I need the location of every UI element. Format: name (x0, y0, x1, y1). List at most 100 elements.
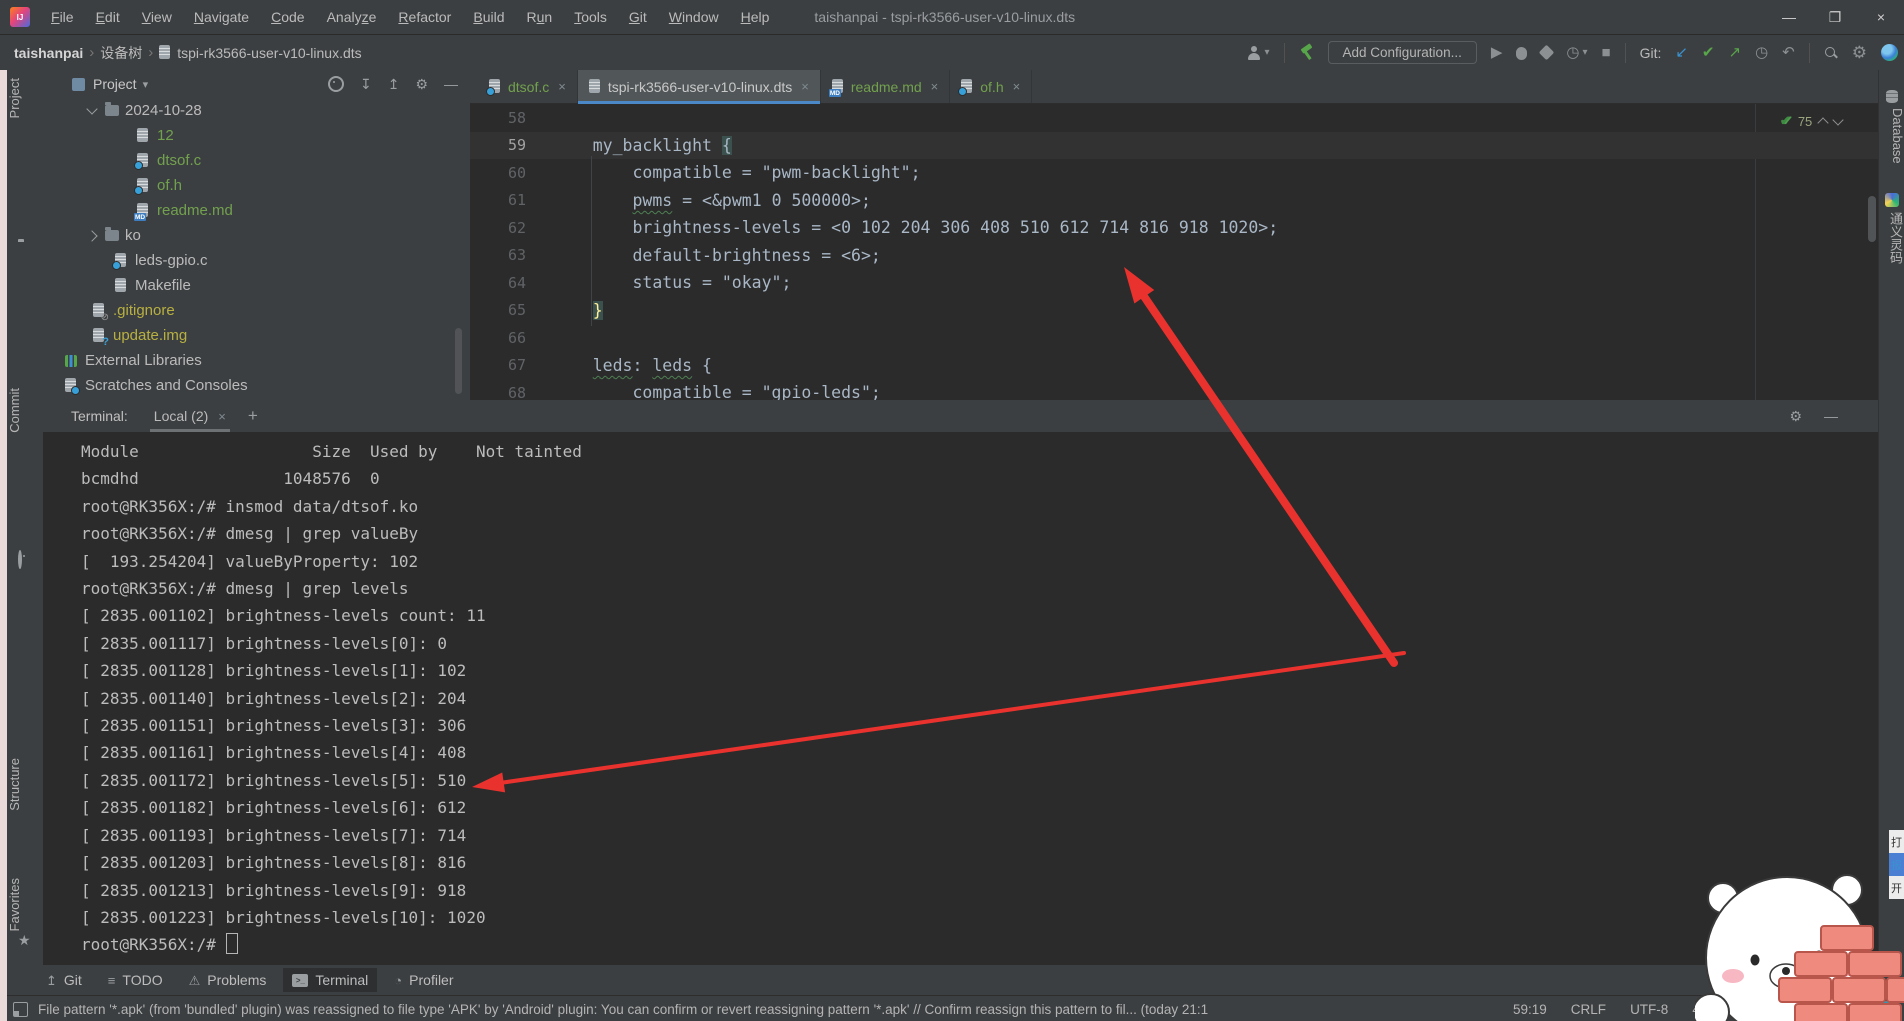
tree-item-ko[interactable]: ko (43, 223, 470, 248)
select-opened-file-icon[interactable] (328, 76, 344, 92)
terminal-cursor[interactable] (226, 933, 238, 954)
search-everywhere-button[interactable] (1824, 46, 1838, 60)
menu-navigate[interactable]: Navigate (183, 0, 260, 34)
breadcrumb-folder[interactable]: 设备树 (100, 43, 142, 63)
collapse-all-icon[interactable]: ↥ (388, 76, 400, 93)
close-icon[interactable]: × (1013, 79, 1021, 94)
code-line-68[interactable]: 68 compatible = "gpio-leds"; (470, 379, 1878, 400)
project-tree-scrollbar[interactable] (455, 328, 462, 394)
debug-button[interactable] (1516, 47, 1527, 60)
bottom-tab-todo[interactable]: ≡TODO (99, 968, 172, 992)
build-hammer-icon[interactable] (1299, 45, 1314, 60)
project-panel-title[interactable]: Project (93, 76, 137, 92)
file-encoding[interactable]: UTF-8 (1630, 1002, 1668, 1017)
side-mini-widget[interactable]: 打报开 (1889, 830, 1904, 899)
code-line-64[interactable]: 64 status = "okay"; (470, 269, 1878, 297)
star-icon[interactable]: ★ (18, 932, 31, 949)
tree-item-2024-10-28[interactable]: 2024-10-28 (43, 98, 470, 123)
status-message[interactable]: File pattern '*.apk' (from 'bundled' plu… (38, 1002, 1498, 1017)
next-problem-icon[interactable] (1833, 114, 1844, 125)
caret-position[interactable]: 59:19 (1513, 1002, 1547, 1017)
code-line-63[interactable]: 63 default-brightness = <6>; (470, 242, 1878, 270)
code-line-61[interactable]: 61 pwms = <&pwm1 0 500000>; (470, 187, 1878, 215)
bottom-tab-problems[interactable]: ⚠Problems (180, 968, 276, 992)
hide-panel-icon[interactable]: — (444, 76, 458, 92)
menu-run[interactable]: Run (516, 0, 564, 34)
editor-scrollbar[interactable] (1868, 196, 1876, 242)
commit-target-icon[interactable] (18, 552, 22, 567)
tool-window-structure[interactable]: Structure (7, 758, 43, 811)
tree-item-update-img[interactable]: update.img (43, 323, 470, 348)
menu-refactor[interactable]: Refactor (387, 0, 462, 34)
close-button[interactable]: × (1858, 0, 1904, 34)
menu-help[interactable]: Help (730, 0, 781, 34)
tree-item-of-h[interactable]: of.h (43, 173, 470, 198)
minimize-button[interactable]: — (1766, 0, 1812, 34)
tool-window-tongyi[interactable]: 通义灵码 (1879, 212, 1904, 264)
menu-analyze[interactable]: Analyze (316, 0, 388, 34)
settings-gear-button[interactable]: ⚙ (1852, 44, 1867, 61)
gear-icon[interactable]: ⚙ (1789, 408, 1802, 425)
tree-item-scratches-and-consoles[interactable]: Scratches and Consoles (43, 373, 470, 398)
coverage-button[interactable] (1539, 45, 1555, 61)
tool-window-favorites[interactable]: Favorites (7, 878, 43, 931)
side-widget-cell[interactable]: 报 (1889, 853, 1904, 876)
code-line-66[interactable]: 66 (470, 324, 1878, 352)
terminal-tab-local[interactable]: Local (2) × (150, 400, 230, 432)
chevron-right-icon[interactable] (86, 230, 97, 241)
menu-git[interactable]: Git (618, 0, 658, 34)
bottom-tab-terminal[interactable]: >_Terminal (283, 968, 377, 992)
history-button[interactable]: ◷ (1755, 45, 1768, 60)
profiler-button[interactable]: ◷ ▾ (1566, 45, 1587, 60)
menu-edit[interactable]: Edit (85, 0, 131, 34)
add-configuration-button[interactable]: Add Configuration... (1328, 41, 1477, 64)
breadcrumb-file[interactable]: tspi-rk3566-user-v10-linux.dts (177, 45, 361, 61)
git-commit-button[interactable]: ✔ (1702, 45, 1715, 60)
new-terminal-button[interactable]: + (248, 406, 258, 426)
code-line-59[interactable]: 59 my_backlight { (470, 132, 1878, 160)
tree-item-gitignore[interactable]: .gitignore (43, 298, 470, 323)
breadcrumb-project[interactable]: taishanpai (14, 45, 83, 61)
editor-tab-readme-md[interactable]: readme.md× (821, 70, 950, 103)
bottom-tab-git[interactable]: ↥Git (37, 968, 91, 992)
side-widget-cell[interactable]: 打 (1889, 830, 1904, 853)
toolwindow-toggle-icon[interactable] (13, 1002, 28, 1017)
menu-view[interactable]: View (131, 0, 183, 34)
tree-item-external-libraries[interactable]: External Libraries (43, 348, 470, 373)
gear-icon[interactable]: ⚙ (415, 76, 428, 93)
code-line-60[interactable]: 60 compatible = "pwm-backlight"; (470, 159, 1878, 187)
terminal-output[interactable]: Module Size Used by Not taintedbcmdhd 10… (43, 432, 1878, 965)
code-line-65[interactable]: 65 } (470, 297, 1878, 325)
close-icon[interactable]: × (931, 79, 939, 94)
user-account-button[interactable]: ▾ (1247, 46, 1269, 60)
editor-pane[interactable]: 5859 my_backlight {60 compatible = "pwm-… (470, 104, 1878, 400)
chevron-down-icon[interactable]: ▾ (143, 78, 149, 91)
menu-file[interactable]: File (40, 0, 85, 34)
close-icon[interactable]: × (218, 409, 226, 424)
menu-build[interactable]: Build (462, 0, 515, 34)
rollback-button[interactable]: ↶ (1782, 45, 1795, 60)
chevron-down-icon[interactable] (86, 103, 97, 114)
code-line-67[interactable]: 67 leds: leds { (470, 352, 1878, 380)
database-icon[interactable] (1886, 90, 1898, 103)
expand-all-icon[interactable]: ↧ (360, 76, 372, 93)
editor-tab-tspi-rk3566-user-v10-linux-dts[interactable]: tspi-rk3566-user-v10-linux.dts× (578, 70, 821, 103)
editor-tab-of-h[interactable]: of.h× (950, 70, 1032, 103)
tree-item-dtsof-c[interactable]: dtsof.c (43, 148, 470, 173)
tree-item-leds-gpio-c[interactable]: leds-gpio.c (43, 248, 470, 273)
ai-assistant-icon[interactable] (1885, 193, 1899, 207)
hide-panel-icon[interactable]: — (1824, 408, 1838, 425)
editor-tab-dtsof-c[interactable]: dtsof.c× (478, 70, 578, 103)
bottom-tab-profiler[interactable]: ◔Profiler (385, 968, 462, 992)
side-widget-cell[interactable]: 开 (1889, 876, 1904, 899)
tree-item-readme-md[interactable]: readme.md (43, 198, 470, 223)
code-line-62[interactable]: 62 brightness-levels = <0 102 204 306 40… (470, 214, 1878, 242)
code-line-58[interactable]: 58 (470, 104, 1878, 132)
run-button[interactable]: ▶ (1491, 45, 1503, 60)
menu-code[interactable]: Code (260, 0, 315, 34)
line-separator[interactable]: CRLF (1571, 1002, 1606, 1017)
maximize-button[interactable]: ❐ (1812, 0, 1858, 34)
stop-button[interactable]: ■ (1602, 45, 1611, 60)
tree-item-12[interactable]: 12 (43, 123, 470, 148)
close-icon[interactable]: × (558, 79, 566, 94)
